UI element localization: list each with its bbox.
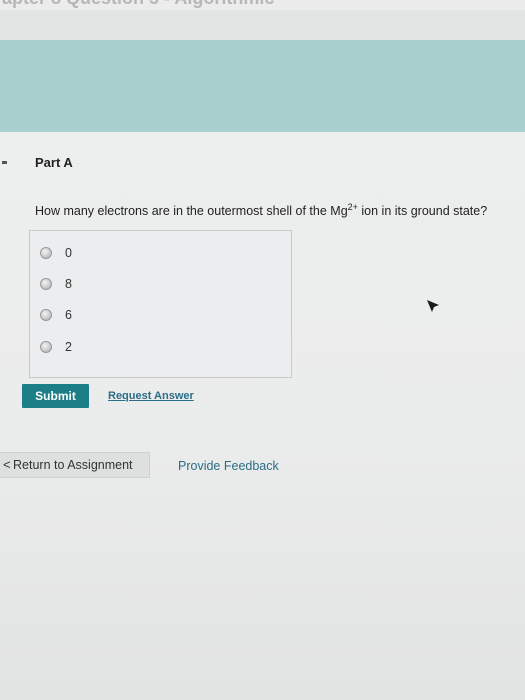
mouse-pointer-icon xyxy=(427,300,439,312)
answer-choices-box: 0 8 6 2 xyxy=(29,230,292,378)
return-to-assignment-button[interactable]: < Return to Assignment xyxy=(0,452,150,478)
header-banner xyxy=(0,40,525,132)
radio-button[interactable] xyxy=(40,278,52,290)
question-text-start: How many electrons are in the outermost … xyxy=(35,204,348,218)
question-text: How many electrons are in the outermost … xyxy=(35,202,488,219)
submit-button[interactable]: Submit xyxy=(22,384,89,408)
ion-charge-superscript: 2+ xyxy=(347,202,358,212)
choice-option[interactable]: 8 xyxy=(40,276,72,292)
radio-button[interactable] xyxy=(40,309,52,321)
assignment-title: apter 8 Question 5 - Algorithmic xyxy=(2,0,274,9)
choice-label: 0 xyxy=(65,246,72,260)
return-label: Return to Assignment xyxy=(13,458,133,472)
choice-option[interactable]: 6 xyxy=(40,307,72,323)
question-text-end: ion in its ground state? xyxy=(357,204,488,218)
header-spacer xyxy=(0,10,525,40)
choice-label: 6 xyxy=(65,308,72,322)
radio-button[interactable] xyxy=(40,247,52,259)
radio-button[interactable] xyxy=(40,341,52,353)
choice-label: 2 xyxy=(65,340,72,354)
choice-option[interactable]: 2 xyxy=(40,339,72,355)
page-background: apter 8 Question 5 - Algorithmic Part A … xyxy=(0,0,525,700)
part-title: Part A xyxy=(35,155,73,170)
part-collapse-arrow-icon[interactable] xyxy=(2,161,7,164)
title-bar: apter 8 Question 5 - Algorithmic xyxy=(0,0,525,10)
chevron-left-icon: < xyxy=(3,457,11,472)
choice-option[interactable]: 0 xyxy=(40,245,72,261)
provide-feedback-link[interactable]: Provide Feedback xyxy=(178,459,279,473)
choice-label: 8 xyxy=(65,277,72,291)
request-answer-link[interactable]: Request Answer xyxy=(108,390,194,402)
